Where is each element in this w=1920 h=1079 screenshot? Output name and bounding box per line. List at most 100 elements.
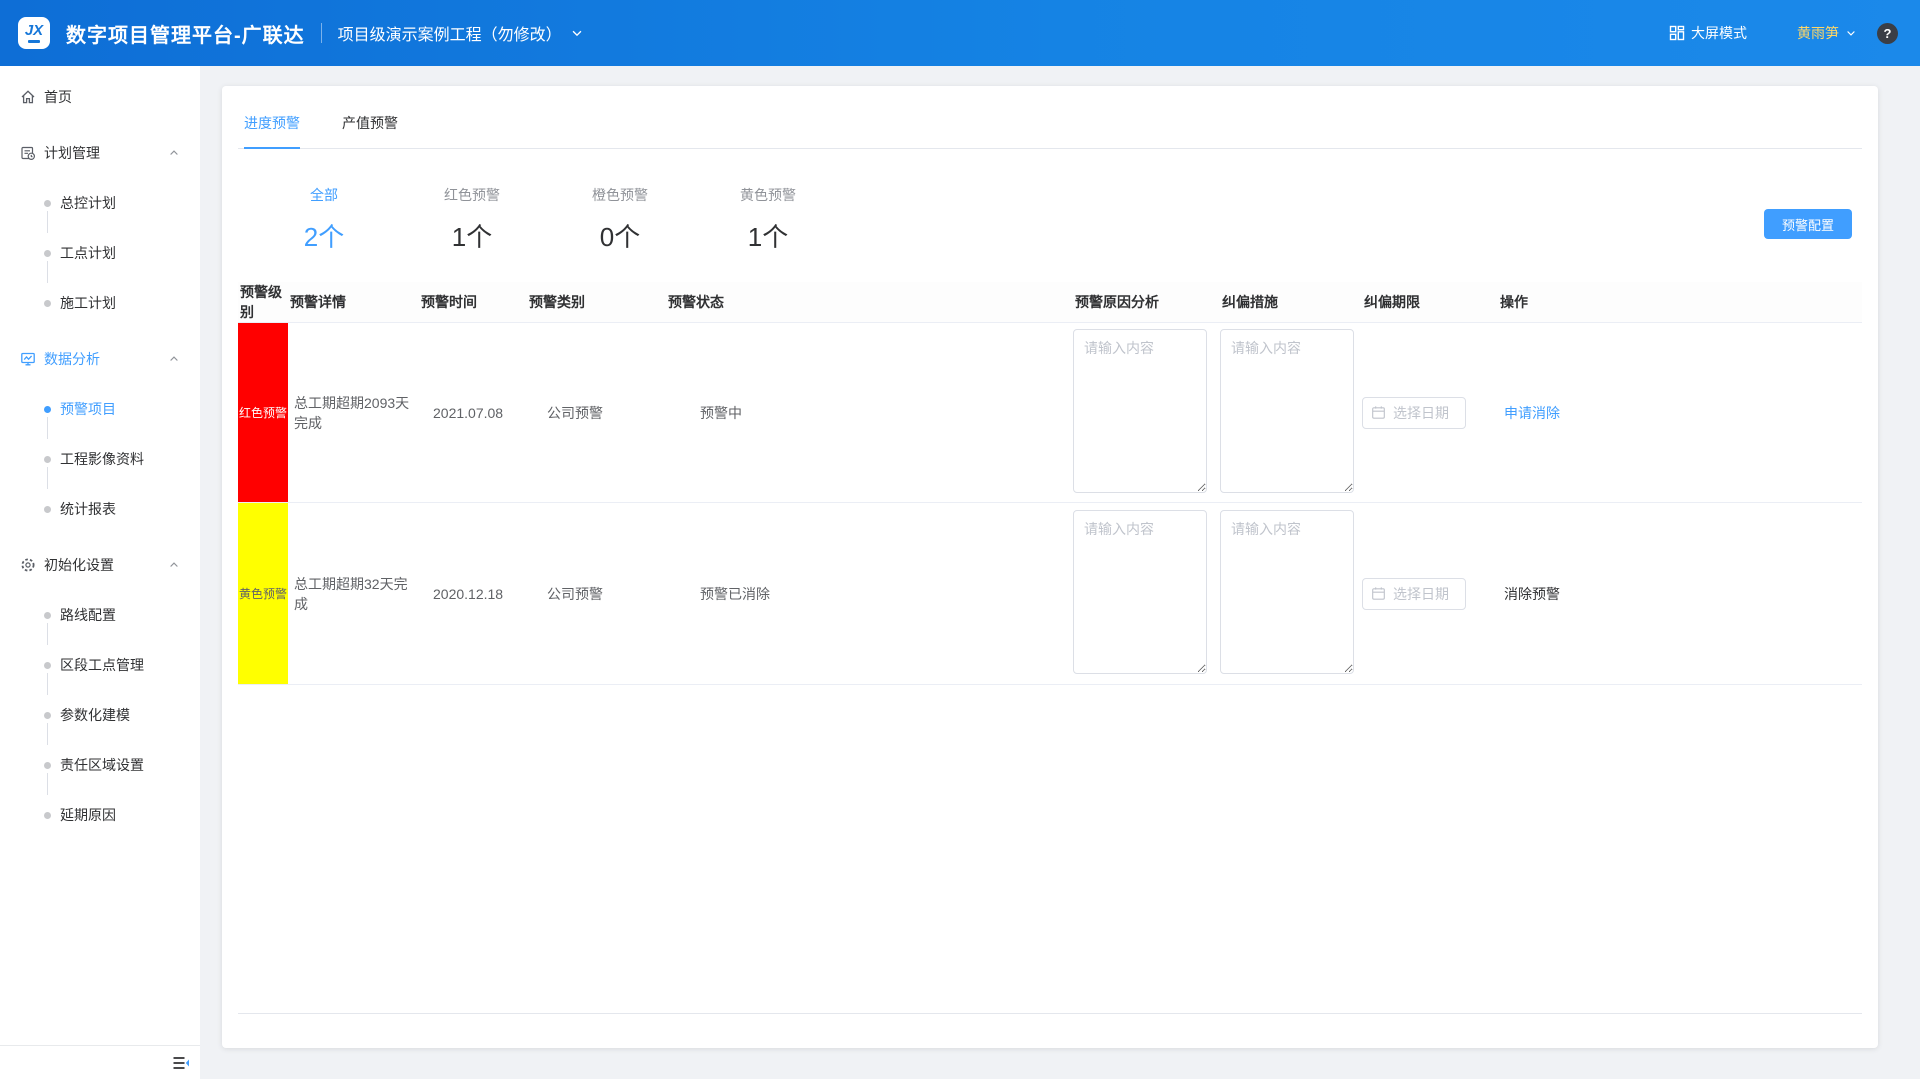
level-cell: 黄色预警	[238, 503, 288, 685]
calendar-icon	[1371, 586, 1386, 601]
sidebar-group-init-settings[interactable]: 初始化设置	[0, 540, 200, 590]
calendar-icon	[1371, 405, 1386, 420]
chevron-down-icon	[570, 26, 584, 40]
tab-output-value-warning[interactable]: 产值预警	[342, 102, 398, 148]
table-header-row: 预警级别 预警详情 预警时间 预警类别 预警状态 预警原因分析 纠偏措施 纠偏期…	[238, 282, 1862, 323]
sidebar: 首页 计划管理 总控计划 工点计划 施工计划 数据分析	[0, 66, 200, 1079]
bullet-icon	[44, 712, 51, 719]
stat-label: 红色预警	[422, 185, 522, 205]
project-selector-label: 项目级演示案例工程（勿修改）	[338, 21, 562, 45]
sidebar-item-project-imagery[interactable]: 工程影像资料	[0, 434, 200, 484]
sidebar-item-responsibility-area[interactable]: 责任区域设置	[0, 740, 200, 790]
corrective-measures-textarea[interactable]	[1220, 329, 1354, 493]
app-logo: JX	[18, 17, 50, 49]
warning-config-button[interactable]: 预警配置	[1764, 209, 1852, 239]
stat-orange-warning[interactable]: 橙色预警 0个	[570, 185, 670, 254]
column-header-measure: 纠偏措施	[1220, 282, 1362, 323]
sidebar-item-statistics-report[interactable]: 统计报表	[0, 484, 200, 534]
sidebar-menu: 首页 计划管理 总控计划 工点计划 施工计划 数据分析	[0, 66, 200, 840]
sidebar-group-label: 计划管理	[44, 143, 100, 163]
warning-detail: 总工期超期2093天完成	[288, 323, 419, 503]
help-button[interactable]: ?	[1877, 23, 1898, 44]
bullet-icon	[44, 762, 51, 769]
column-header-action: 操作	[1498, 282, 1862, 323]
warning-table: 预警级别 预警详情 预警时间 预警类别 预警状态 预警原因分析 纠偏措施 纠偏期…	[238, 282, 1862, 685]
header-right-group: 大屏模式 黄雨笋 ?	[1669, 23, 1898, 44]
stat-label: 黄色预警	[718, 185, 818, 205]
stat-value: 0个	[570, 217, 670, 254]
sidebar-group-plan[interactable]: 计划管理	[0, 128, 200, 178]
column-header-status: 预警状态	[666, 282, 1073, 323]
sidebar-item-label: 统计报表	[60, 499, 116, 519]
corrective-measures-textarea[interactable]	[1220, 510, 1354, 674]
warning-status: 预警中	[666, 323, 1073, 503]
card-bottom-divider	[238, 1013, 1862, 1014]
warning-stats-row: 全部 2个 红色预警 1个 橙色预警 0个 黄色预警 1个 预警配置	[238, 185, 1862, 254]
sidebar-item-parametric-modeling[interactable]: 参数化建模	[0, 690, 200, 740]
stat-all[interactable]: 全部 2个	[274, 185, 374, 254]
warning-time: 2020.12.18	[419, 503, 527, 685]
stat-yellow-warning[interactable]: 黄色预警 1个	[718, 185, 818, 254]
user-menu[interactable]: 黄雨笋	[1797, 23, 1857, 43]
sidebar-item-label: 工程影像资料	[60, 449, 144, 469]
bullet-icon	[44, 406, 51, 413]
top-header: JX 数字项目管理平台-广联达 项目级演示案例工程（勿修改） 大屏模式 黄雨笋 …	[0, 0, 1920, 66]
tab-progress-warning[interactable]: 进度预警	[244, 102, 300, 148]
sidebar-item-route-config[interactable]: 路线配置	[0, 590, 200, 640]
column-header-detail: 预警详情	[288, 282, 419, 323]
sidebar-item-section-site-management[interactable]: 区段工点管理	[0, 640, 200, 690]
sidebar-item-site-plan[interactable]: 工点计划	[0, 228, 200, 278]
deadline-date-picker	[1362, 397, 1466, 429]
content-card: 进度预警 产值预警 全部 2个 红色预警 1个 橙色预警 0个 黄色预警 1个 …	[222, 86, 1878, 1048]
username: 黄雨笋	[1797, 23, 1839, 43]
sidebar-item-home[interactable]: 首页	[0, 72, 200, 122]
yellow-warning-badge: 黄色预警	[238, 503, 288, 684]
sidebar-group-label: 数据分析	[44, 349, 100, 369]
stat-value: 1个	[422, 217, 522, 254]
sidebar-item-label: 责任区域设置	[60, 755, 144, 775]
sidebar-item-label: 参数化建模	[60, 705, 130, 725]
level-cell: 红色预警	[238, 323, 288, 503]
sidebar-item-delay-reason[interactable]: 延期原因	[0, 790, 200, 840]
stat-label: 全部	[274, 185, 374, 205]
sidebar-item-label: 总控计划	[60, 193, 116, 213]
red-warning-badge: 红色预警	[238, 323, 288, 502]
deadline-date-picker	[1362, 578, 1466, 610]
sidebar-item-label: 施工计划	[60, 293, 116, 313]
logo-text: JX	[25, 23, 43, 38]
reason-analysis-textarea[interactable]	[1073, 329, 1207, 493]
bullet-icon	[44, 506, 51, 513]
big-screen-mode-label: 大屏模式	[1691, 23, 1747, 43]
question-mark-icon: ?	[1884, 26, 1892, 41]
bullet-icon	[44, 812, 51, 819]
reason-analysis-textarea[interactable]	[1073, 510, 1207, 674]
plan-icon	[20, 145, 36, 161]
sidebar-group-label: 初始化设置	[44, 555, 114, 575]
apply-clear-warning-link[interactable]: 申请消除	[1504, 405, 1560, 421]
column-header-reason: 预警原因分析	[1073, 282, 1220, 323]
header-divider	[321, 23, 322, 43]
sidebar-item-label: 延期原因	[60, 805, 116, 825]
stat-red-warning[interactable]: 红色预警 1个	[422, 185, 522, 254]
big-screen-mode-button[interactable]: 大屏模式	[1669, 23, 1747, 43]
collapse-sidebar-icon[interactable]	[172, 1055, 190, 1071]
sidebar-group-data-analysis[interactable]: 数据分析	[0, 334, 200, 384]
sidebar-item-label: 路线配置	[60, 605, 116, 625]
chevron-up-icon	[168, 353, 180, 365]
project-selector[interactable]: 项目级演示案例工程（勿修改）	[338, 21, 584, 45]
bullet-icon	[44, 200, 51, 207]
warning-status: 预警已消除	[666, 503, 1073, 685]
bullet-icon	[44, 662, 51, 669]
sidebar-item-construction-plan[interactable]: 施工计划	[0, 278, 200, 328]
column-header-time: 预警时间	[419, 282, 527, 323]
logo-underline	[28, 40, 40, 43]
sidebar-item-warning-projects[interactable]: 预警项目	[0, 384, 200, 434]
bullet-icon	[44, 612, 51, 619]
grid-icon	[1669, 25, 1685, 41]
warning-detail: 总工期超期32天完成	[288, 503, 419, 685]
sidebar-item-label: 区段工点管理	[60, 655, 144, 675]
sidebar-item-master-plan[interactable]: 总控计划	[0, 178, 200, 228]
clear-warning-action[interactable]: 消除预警	[1504, 586, 1560, 602]
sidebar-item-label: 工点计划	[60, 243, 116, 263]
warning-category: 公司预警	[527, 323, 666, 503]
